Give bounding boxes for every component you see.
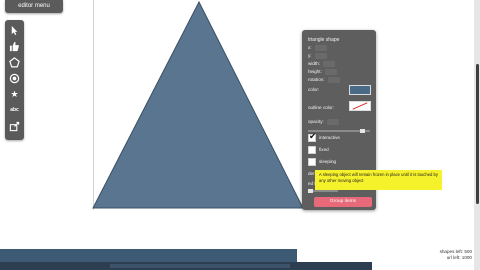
circle-icon[interactable]	[7, 71, 22, 85]
editor-menu-button[interactable]: editor menu	[5, 0, 63, 13]
vertical-scrollbar[interactable]	[474, 0, 480, 270]
height-label: height:	[308, 69, 322, 74]
shape-toolbar: ★ abc	[5, 20, 24, 140]
fill-color-swatch[interactable]	[349, 85, 371, 95]
drawing-canvas[interactable]	[0, 0, 480, 270]
outline-color-label: outline color:	[308, 105, 335, 110]
y-label: y:	[308, 53, 312, 58]
rotation-label: rotation:	[308, 77, 325, 82]
y-row: y:	[308, 52, 327, 60]
sleeping-tooltip: A sleeping object will remain frozen in …	[315, 170, 442, 190]
scrollbar-thumb[interactable]	[476, 64, 479, 204]
export-icon[interactable]	[7, 119, 22, 133]
outline-color-swatch[interactable]	[349, 101, 371, 111]
width-field[interactable]	[323, 61, 336, 67]
sleeping-row: sleeping	[308, 158, 336, 166]
rotation-field[interactable]	[327, 77, 340, 83]
outline-row: outline color:	[308, 104, 334, 112]
canvas-boundary-line	[93, 0, 94, 210]
no-outline-icon	[352, 102, 368, 110]
text-tool[interactable]: abc	[7, 103, 22, 117]
opacity-field[interactable]	[326, 119, 339, 125]
interactive-label: interactive	[319, 135, 340, 140]
width-label: width:	[308, 61, 321, 66]
status-counters: shapes left: 500 url left: 1000	[440, 249, 472, 261]
width-row: width:	[308, 60, 336, 68]
url-left-counter: url left: 1000	[446, 255, 472, 260]
x-row: x:	[308, 44, 327, 52]
fixed-label: fixed	[319, 147, 329, 152]
interactive-checkbox[interactable]	[308, 132, 317, 142]
color-row: color:	[308, 86, 319, 94]
bottom-strip	[0, 262, 372, 270]
opacity-row: opacity:	[308, 118, 339, 126]
x-label: x:	[308, 45, 312, 50]
pointer-icon[interactable]	[7, 23, 22, 37]
opacity-slider-handle[interactable]	[360, 129, 365, 133]
fixed-checkbox[interactable]	[308, 146, 316, 154]
sleeping-checkbox[interactable]	[308, 158, 316, 166]
bottom-strip-segment	[110, 264, 290, 268]
pentagon-icon[interactable]	[7, 55, 22, 69]
opacity-label: opacity:	[308, 119, 324, 124]
group-items-button[interactable]: Group items	[314, 197, 372, 207]
interactive-row: interactive	[308, 132, 340, 142]
color-label: color:	[308, 87, 320, 92]
rotation-row: rotation:	[308, 76, 340, 84]
x-field[interactable]	[314, 45, 327, 51]
star-icon[interactable]: ★	[7, 87, 22, 101]
bounce-slider-handle[interactable]	[308, 189, 313, 193]
height-field[interactable]	[324, 69, 337, 75]
height-row: height:	[308, 68, 337, 76]
sleeping-label: sleeping	[319, 159, 337, 164]
panel-title: triangle shape	[308, 37, 340, 43]
fixed-row: fixed	[308, 146, 329, 154]
thumbs-up-icon[interactable]	[7, 39, 22, 53]
y-field[interactable]	[314, 53, 327, 59]
